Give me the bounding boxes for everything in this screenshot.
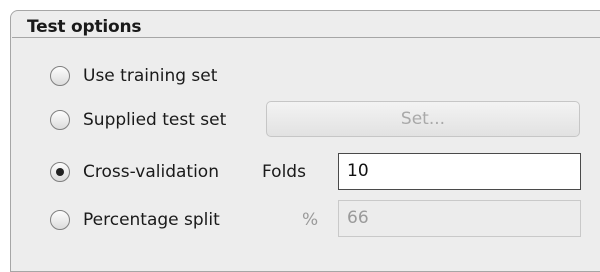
radio-cross-validation[interactable] bbox=[50, 162, 70, 182]
panel-title: Test options bbox=[27, 17, 142, 37]
radio-percentage-split[interactable] bbox=[50, 210, 70, 230]
test-options-window: Test options Use training set Supplied t… bbox=[0, 0, 600, 272]
radio-use-training-set[interactable] bbox=[50, 66, 70, 86]
folds-input[interactable]: 10 bbox=[338, 153, 581, 190]
label-percent-symbol: % bbox=[302, 210, 319, 230]
label-cross-validation: Cross-validation bbox=[83, 162, 219, 182]
radio-selected-dot bbox=[56, 168, 64, 176]
percentage-split-input[interactable]: 66 bbox=[338, 200, 581, 237]
panel-title-divider bbox=[12, 37, 600, 38]
label-percentage-split: Percentage split bbox=[83, 210, 220, 230]
label-supplied-test-set: Supplied test set bbox=[83, 110, 227, 130]
label-folds: Folds bbox=[262, 162, 306, 182]
label-use-training-set: Use training set bbox=[83, 66, 218, 86]
set-button[interactable]: Set... bbox=[266, 101, 580, 137]
radio-supplied-test-set[interactable] bbox=[50, 110, 70, 130]
